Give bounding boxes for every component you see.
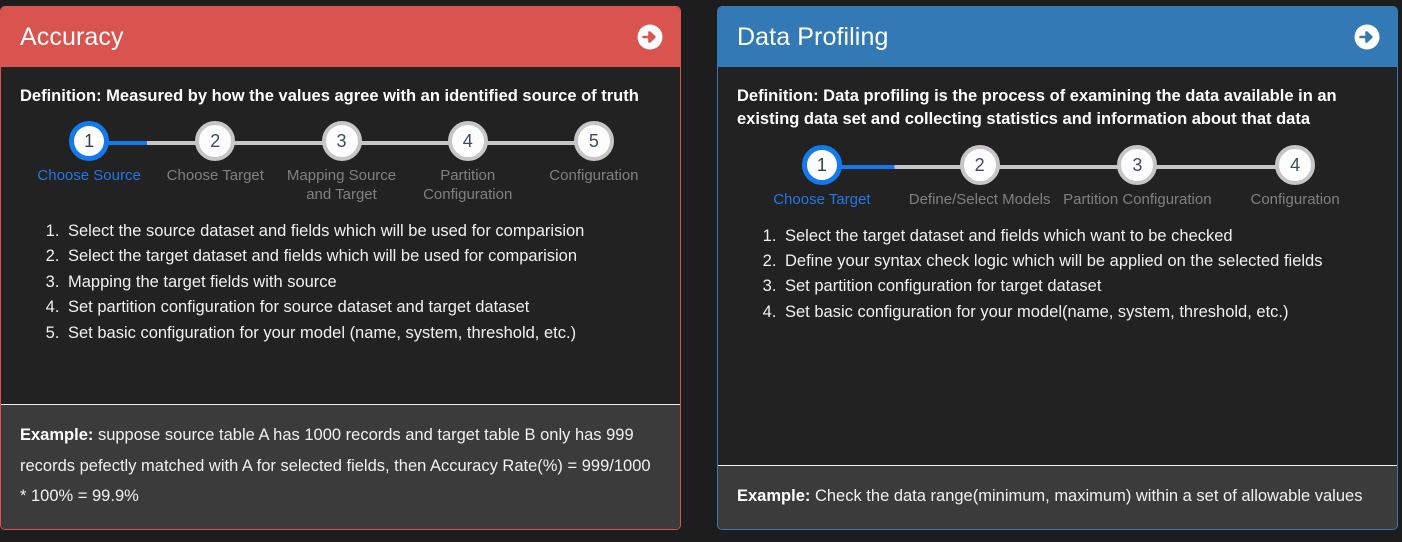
step-label: Choose Target — [773, 190, 871, 208]
step-3[interactable]: 3 Partition Configuration — [1059, 142, 1296, 210]
card-accuracy: Accuracy Definition: Measured by how the… — [0, 6, 681, 530]
example-text: Check the data range(minimum, maximum) w… — [810, 487, 1363, 506]
card-accuracy-header: Accuracy — [1, 7, 680, 67]
step-circle: 1 — [69, 121, 110, 162]
step-4[interactable]: 4 Configuration — [1216, 142, 1374, 210]
step-circle: 3 — [321, 121, 362, 162]
list-item: Select the target dataset and fields whi… — [781, 224, 1380, 248]
step-circle: 4 — [1275, 144, 1316, 185]
step-circle: 2 — [195, 121, 236, 162]
step-3[interactable]: 3 Mapping Source and Target — [278, 118, 468, 205]
step-circle: 5 — [573, 121, 614, 162]
list-item: Define your syntax check logic which wil… — [781, 249, 1380, 273]
example-label: Example: — [737, 487, 811, 506]
card-accuracy-stepper: 1 Choose Source 2 Choose Target 3 Mappin… — [20, 118, 663, 205]
card-data-profiling-example: Example: Check the data range(minimum, m… — [718, 465, 1397, 529]
card-data-profiling-header: Data Profiling — [718, 7, 1397, 67]
step-1[interactable]: 1 Choose Source — [26, 118, 216, 205]
step-1[interactable]: 1 Choose Target — [743, 142, 980, 210]
list-item: Set partition configuration for target d… — [781, 274, 1380, 298]
step-label: Choose Source — [37, 167, 141, 185]
list-item: Mapping the target fields with source — [64, 270, 663, 294]
step-circle: 4 — [447, 121, 488, 162]
step-circle: 1 — [801, 144, 842, 185]
step-4[interactable]: 4 Partition Configuration — [405, 118, 594, 205]
card-data-profiling-title: Data Profiling — [737, 22, 889, 51]
step-label: Define/Select Models — [908, 190, 1051, 208]
step-5[interactable]: 5 Configuration — [531, 118, 657, 205]
list-item: Set basic configuration for your model (… — [64, 321, 663, 345]
cards-container: Accuracy Definition: Measured by how the… — [0, 0, 1402, 542]
step-label: Mapping Source and Target — [286, 167, 397, 204]
step-label: Partition Configuration — [423, 167, 513, 204]
step-label: Choose Target — [166, 167, 264, 185]
step-2[interactable]: 2 Choose Target — [152, 118, 342, 205]
card-data-profiling-body: Definition: Data profiling is the proces… — [718, 67, 1397, 465]
card-accuracy-body: Definition: Measured by how the values a… — [1, 67, 680, 404]
example-label: Example: — [20, 426, 94, 445]
card-accuracy-example: Example: suppose source table A has 1000… — [1, 404, 680, 529]
card-data-profiling-stepper: 1 Choose Target 2 Define/Select Models 3… — [737, 142, 1380, 210]
card-accuracy-instruction-list: Select the source dataset and fields whi… — [20, 219, 663, 345]
arrow-circle-right-icon[interactable] — [637, 24, 663, 50]
list-item: Select the source dataset and fields whi… — [64, 219, 663, 243]
card-data-profiling-definition: Definition: Data profiling is the proces… — [737, 87, 1337, 129]
card-accuracy-title: Accuracy — [20, 22, 124, 51]
step-label: Partition Configuration — [1063, 190, 1212, 208]
step-label: Configuration — [1250, 190, 1340, 208]
card-accuracy-definition: Definition: Measured by how the values a… — [20, 87, 639, 105]
step-2[interactable]: 2 Define/Select Models — [901, 142, 1138, 210]
list-item: Set partition configuration for source d… — [64, 295, 663, 319]
step-label: Configuration — [549, 167, 639, 185]
card-data-profiling-instruction-list: Select the target dataset and fields whi… — [737, 224, 1380, 325]
example-text: suppose source table A has 1000 records … — [20, 426, 651, 506]
list-item: Select the target dataset and fields whi… — [64, 244, 663, 268]
card-data-profiling: Data Profiling Definition: Data profilin… — [717, 6, 1398, 530]
arrow-circle-right-icon[interactable] — [1354, 24, 1380, 50]
step-circle: 3 — [1117, 144, 1158, 185]
list-item: Set basic configuration for your model(n… — [781, 300, 1380, 324]
step-circle: 2 — [959, 144, 1000, 185]
